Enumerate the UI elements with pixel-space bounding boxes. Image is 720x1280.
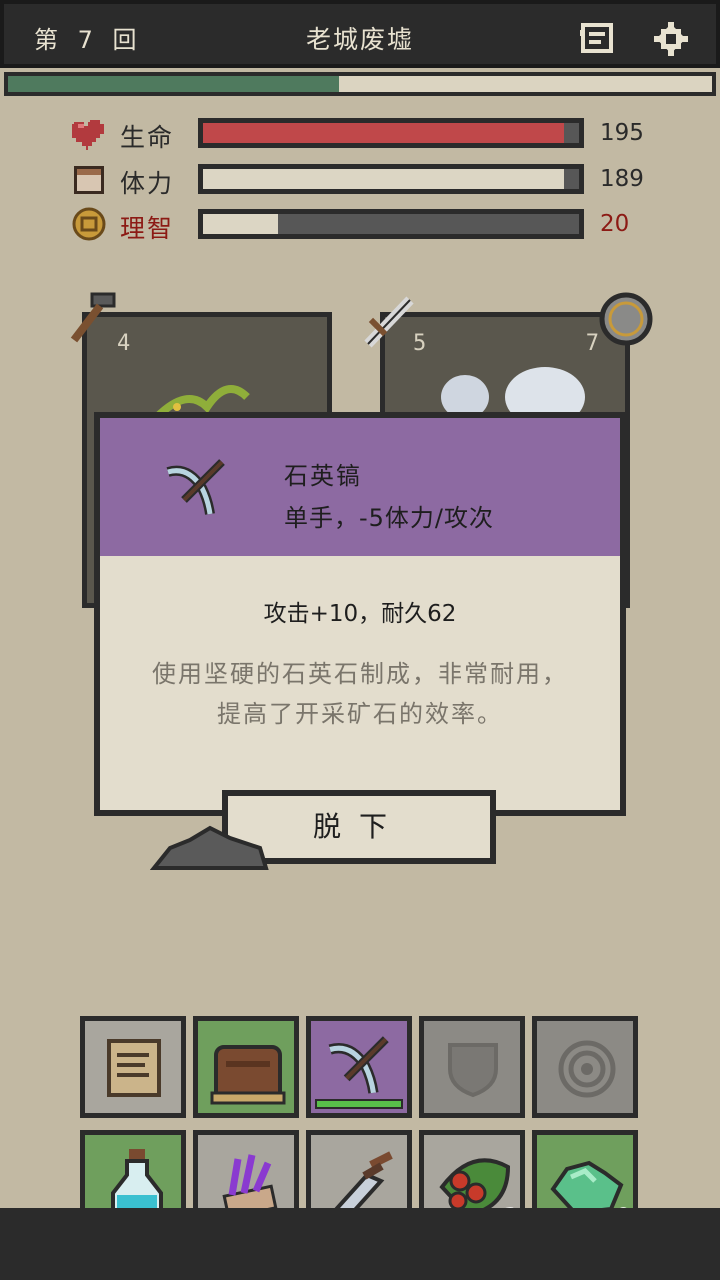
shield-empty-icon [448, 1043, 498, 1098]
stat-label: 生命 [120, 123, 175, 152]
stat-value: 189 [600, 166, 644, 192]
backpack-icon [210, 1045, 286, 1105]
stamina-bar [198, 164, 584, 194]
gear-icon[interactable] [654, 22, 688, 56]
stat-label: 体力 [120, 169, 175, 198]
stat-sanity: 理智 20 [68, 205, 668, 243]
rock-icon [150, 825, 269, 870]
stat-health: 生命 195 [68, 114, 668, 152]
equipped-indicator [315, 1099, 403, 1109]
round-progress-fill [8, 76, 339, 92]
coin-icon [70, 207, 108, 241]
pickaxe-icon [164, 456, 228, 520]
health-bar-fill [203, 123, 564, 143]
slot-secondary-count: 7 [585, 331, 599, 356]
fist-icon [70, 162, 108, 196]
health-bar [198, 118, 584, 148]
item-stats: 攻击+10，耐久62 [263, 601, 457, 627]
sanity-bar [198, 209, 584, 239]
stat-value: 20 [600, 211, 630, 237]
stat-value: 195 [600, 120, 644, 146]
scroll-icon [107, 1039, 161, 1097]
top-bar: 第 7 回 老城废墟 [0, 0, 720, 68]
inventory-slot-pickaxe[interactable] [306, 1016, 412, 1118]
map-icon[interactable] [580, 22, 614, 54]
shield-icon [598, 290, 668, 350]
item-description: 使用坚硬的石英石制成，非常耐用，提高了开采矿石的效率。 [152, 660, 568, 728]
round-progress-bar [4, 72, 716, 96]
stamina-bar-fill [203, 169, 564, 189]
hammer-icon [66, 290, 136, 350]
stat-label: 理智 [120, 214, 175, 243]
sanity-bar-fill [203, 214, 279, 234]
item-detail-dialog: 石英镐 单手，-5体力/攻次 攻击+10，耐久62 使用坚硬的石英石制成，非常耐… [94, 412, 626, 816]
inventory-slot-shield-empty[interactable] [419, 1016, 525, 1118]
dialog-header: 石英镐 单手，-5体力/攻次 [100, 418, 620, 556]
stat-stamina: 体力 189 [68, 160, 668, 198]
inventory-slot-backpack[interactable] [193, 1016, 299, 1118]
heart-icon [70, 116, 108, 150]
bottom-bar [0, 1208, 720, 1280]
armor-empty-icon [558, 1040, 616, 1098]
sword-icon [360, 290, 430, 350]
item-name: 石英镐 [284, 462, 362, 490]
inventory-slot-scroll[interactable] [80, 1016, 186, 1118]
item-subtitle: 单手，-5体力/攻次 [284, 504, 495, 532]
pickaxe-icon [328, 1036, 389, 1094]
inventory-slot-armor-empty[interactable] [532, 1016, 638, 1118]
